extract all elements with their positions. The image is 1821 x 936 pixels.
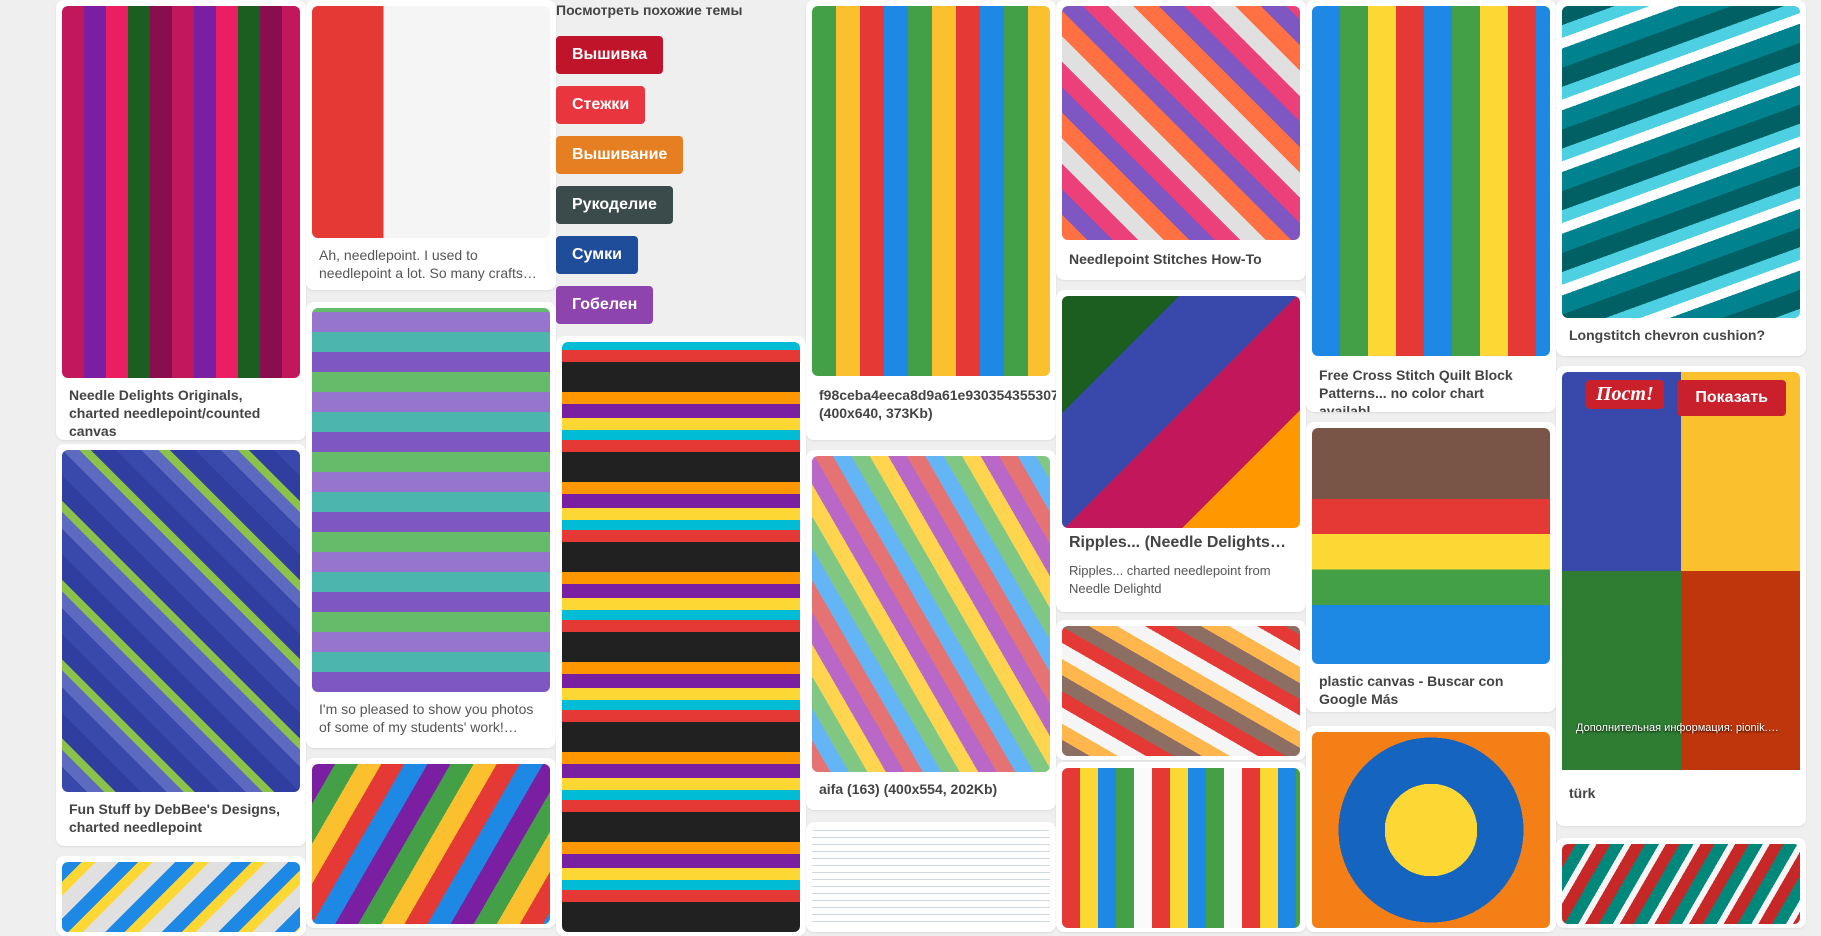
pin-image[interactable] [1312, 6, 1550, 356]
pin-image[interactable] [1062, 6, 1300, 240]
pin-image[interactable]: Пост! Показать Дополнительная информация… [1562, 372, 1800, 770]
pin-image[interactable] [62, 862, 300, 932]
tag-label: Гобелен [572, 296, 638, 313]
pin-card[interactable]: Free Cross Stitch Quilt Block Patterns..… [1306, 0, 1556, 412]
pin-card[interactable] [556, 336, 806, 936]
pin-card[interactable] [1556, 838, 1806, 928]
post-badge: Пост! [1586, 380, 1664, 409]
tag-label: Рукоделие [572, 196, 657, 213]
pin-image[interactable] [62, 450, 300, 792]
pin-caption: Ah, needlepoint. I used to needlepoint a… [319, 247, 537, 281]
pin-image[interactable] [1062, 626, 1300, 756]
pin-caption: f98ceba4eeca8d9a61e9303543553070 (400x64… [819, 387, 1056, 421]
tag-bags[interactable]: Сумки [556, 236, 638, 274]
pin-caption: türk [1569, 785, 1596, 801]
pin-card[interactable]: Longstitch chevron cushion? [1556, 0, 1806, 356]
pin-card[interactable]: Ripples... (Needle Delights… Originals) … [1056, 290, 1306, 612]
pin-card[interactable]: I'm so pleased to show you photos of som… [306, 302, 556, 748]
pin-caption: aifa (163) (400x554, 202Kb) [819, 781, 998, 797]
tag-embroidery[interactable]: Вышивка [556, 36, 664, 74]
pin-caption: plastic canvas - Buscar con Google Más [1319, 673, 1504, 707]
pin-title: Ripples... (Needle Delights… Originals) [1069, 534, 1293, 551]
pin-image[interactable] [812, 6, 1050, 376]
pin-card[interactable] [56, 856, 306, 936]
more-info-overlay[interactable]: Дополнительная информация: pionik.c... [1576, 722, 1780, 734]
pin-card[interactable]: aifa (163) (400x554, 202Kb) [806, 450, 1056, 810]
pin-image[interactable] [1312, 428, 1550, 664]
tag-label: Вышивка [572, 46, 648, 63]
pin-image[interactable] [1062, 296, 1300, 528]
pin-card[interactable]: Needlepoint Stitches How-To [1056, 0, 1306, 280]
pin-caption: Fun Stuff by DebBee's Designs, charted n… [69, 801, 281, 835]
pin-image[interactable] [1562, 6, 1800, 318]
pin-image-lower [1562, 571, 1800, 770]
related-topics-title: Посмотреть похожие темы [556, 2, 743, 18]
tag-stitches[interactable]: Стежки [556, 86, 646, 124]
pin-card[interactable]: Пост! Показать Дополнительная информация… [1556, 366, 1806, 826]
pin-image[interactable] [62, 6, 300, 378]
pin-card[interactable]: f98ceba4eeca8d9a61e9303543553070 (400x64… [806, 0, 1056, 440]
pin-image[interactable] [1562, 844, 1800, 924]
pin-card[interactable]: Ah, needlepoint. I used to needlepoint a… [306, 0, 556, 290]
show-button[interactable]: Показать [1677, 380, 1786, 416]
pin-image[interactable] [812, 456, 1050, 772]
tag-label: Вышивание [572, 146, 668, 163]
tag-label: Сумки [572, 246, 622, 263]
tag-tapestry[interactable]: Гобелен [556, 286, 654, 324]
pin-image[interactable] [312, 6, 550, 238]
tag-handicraft[interactable]: Рукоделие [556, 186, 673, 224]
pin-caption: Needlepoint Stitches How-To [1069, 251, 1262, 267]
tag-label: Стежки [572, 96, 630, 113]
pin-card[interactable]: Fun Stuff by DebBee's Designs, charted n… [56, 444, 306, 846]
pin-image[interactable] [312, 308, 550, 692]
pin-image[interactable] [1312, 732, 1550, 928]
pin-image[interactable] [1062, 768, 1300, 928]
pin-caption: Free Cross Stitch Quilt Block Patterns..… [1319, 367, 1513, 412]
pin-card[interactable]: plastic canvas - Buscar con Google Más [1306, 422, 1556, 712]
pin-caption: Needle Delights Originals, charted needl… [69, 387, 261, 439]
pin-image[interactable] [812, 828, 1050, 928]
pin-card[interactable] [306, 758, 556, 928]
pin-card[interactable] [1306, 726, 1556, 932]
pin-card[interactable] [1056, 762, 1306, 932]
pin-caption: Ripples... charted needlepoint from Need… [1069, 563, 1271, 596]
pin-image[interactable] [312, 764, 550, 924]
pin-caption: I'm so pleased to show you photos of som… [319, 701, 534, 735]
tag-embroidering[interactable]: Вышивание [556, 136, 684, 174]
pin-caption: Longstitch chevron cushion? [1569, 327, 1766, 343]
pin-card[interactable] [1056, 620, 1306, 760]
pin-card[interactable]: Needle Delights Originals, charted needl… [56, 0, 306, 440]
pin-image[interactable] [562, 342, 800, 932]
